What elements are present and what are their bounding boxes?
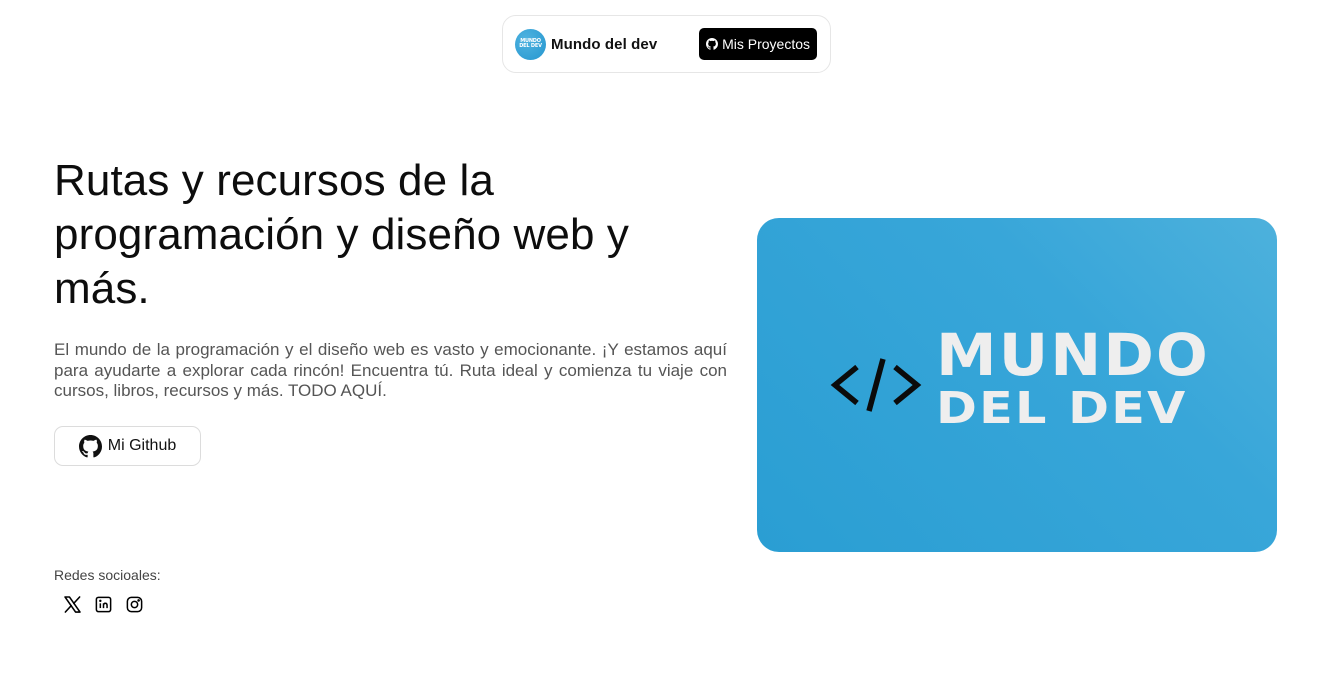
hero-title: Rutas y recursos de la programación y di… <box>54 156 630 313</box>
github-icon <box>706 38 719 50</box>
instagram-icon[interactable] <box>124 593 144 615</box>
social-links <box>62 593 144 615</box>
my-github-button[interactable]: Mi Github <box>54 426 201 466</box>
linkedin-icon[interactable] <box>93 593 113 615</box>
code-brackets-icon <box>830 358 922 412</box>
brand-name: Mundo del dev <box>551 35 658 53</box>
brand-logo: MUNDO DEL DEV <box>515 28 546 60</box>
banner-wordmark: MUNDO DEL DEV <box>936 326 1208 434</box>
brand-logo-line2: DEL DEV <box>519 43 542 49</box>
x-twitter-icon[interactable] <box>62 593 82 615</box>
my-github-label: Mi Github <box>107 437 177 454</box>
hero-banner-image: MUNDO DEL DEV <box>757 218 1277 552</box>
banner-line2: DEL DEV <box>936 383 1188 434</box>
top-navbar: MUNDO DEL DEV Mundo del dev Mis Proyecto… <box>502 15 831 73</box>
my-projects-label: Mis Proyectos <box>722 36 810 52</box>
my-projects-button[interactable]: Mis Proyectos <box>699 28 817 60</box>
social-label: Redes socioales: <box>54 567 161 583</box>
brand-link[interactable]: MUNDO DEL DEV Mundo del dev <box>515 28 658 60</box>
hero-description: El mundo de la programación y el diseño … <box>54 340 727 400</box>
banner-line1: MUNDO <box>936 321 1210 389</box>
github-icon <box>78 434 102 458</box>
